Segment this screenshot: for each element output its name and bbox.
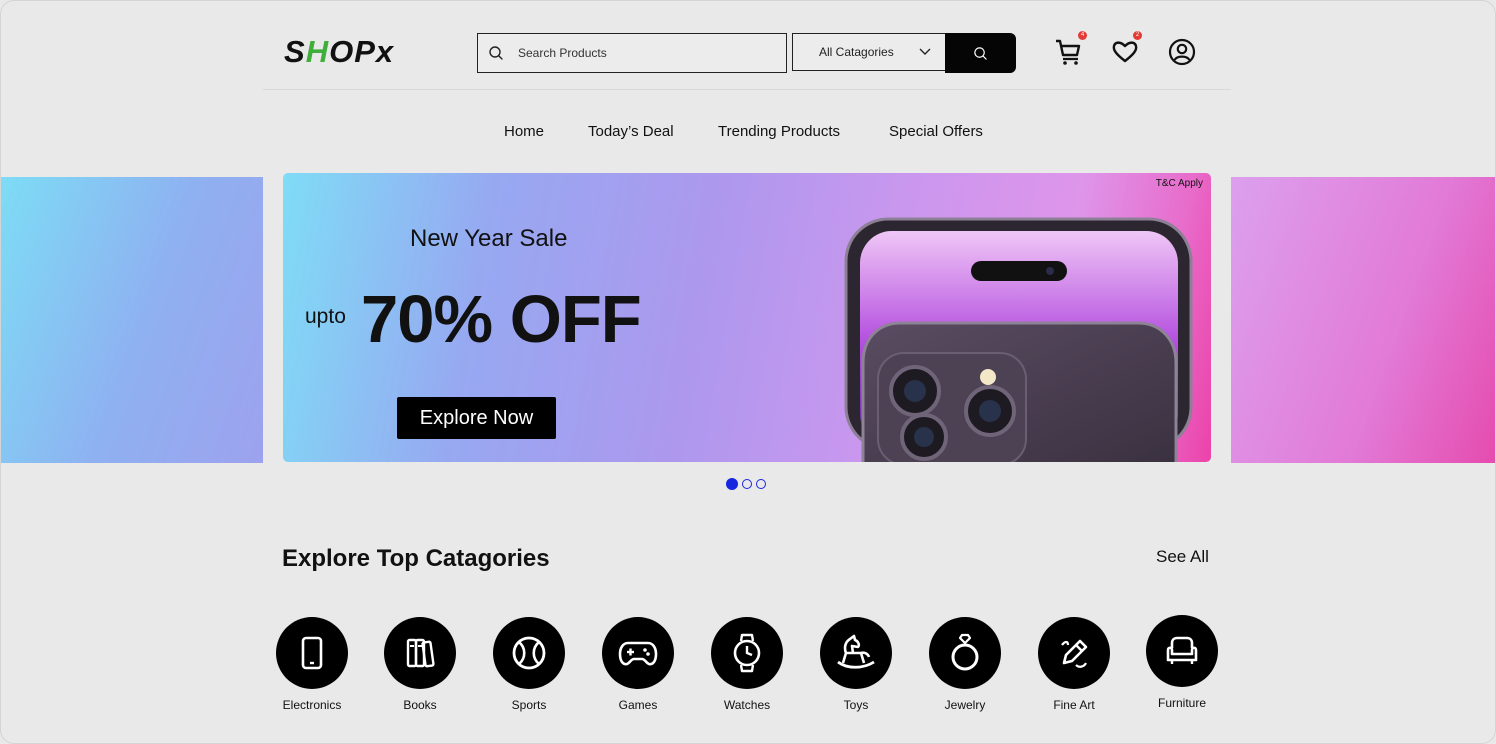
category-icon-circle xyxy=(711,617,783,689)
rocking-horse-icon xyxy=(837,634,875,669)
carousel-dot[interactable] xyxy=(726,478,738,490)
see-all-link[interactable]: See All xyxy=(1156,547,1209,567)
page-frame: SHOPx All Catagories 4 2 xyxy=(0,0,1496,744)
category-label: Games xyxy=(618,698,658,712)
ring-icon xyxy=(951,633,979,671)
category-label: Fine Art xyxy=(1053,698,1095,712)
category-watches[interactable]: Watches xyxy=(692,617,802,712)
logo[interactable]: SHOPx xyxy=(284,34,394,70)
category-books[interactable]: Books xyxy=(365,617,475,712)
carousel-dots xyxy=(726,478,766,490)
category-icon-circle xyxy=(493,617,565,689)
pen-tool-icon xyxy=(1061,639,1088,668)
category-jewelry[interactable]: Jewelry xyxy=(910,617,1020,712)
carousel-prev-slide[interactable] xyxy=(1,177,263,463)
nav-special-offers[interactable]: Special Offers xyxy=(889,123,983,140)
wishlist-badge: 2 xyxy=(1133,31,1142,40)
category-label: Electronics xyxy=(282,698,342,712)
category-label: Furniture xyxy=(1157,696,1207,710)
watch-icon xyxy=(733,633,761,673)
search-icon xyxy=(974,46,987,60)
category-icon-circle xyxy=(929,617,1001,689)
nav-trending-products[interactable]: Trending Products xyxy=(718,123,840,140)
smartphone-icon xyxy=(301,636,323,670)
carousel-dot[interactable] xyxy=(742,479,752,489)
category-dropdown-label: All Catagories xyxy=(819,45,894,59)
wishlist-button[interactable]: 2 xyxy=(1111,31,1142,67)
nav-home[interactable]: Home xyxy=(504,123,544,140)
books-icon xyxy=(406,638,435,668)
cart-badge: 4 xyxy=(1078,31,1087,40)
category-toys[interactable]: Toys xyxy=(801,617,911,712)
category-label: Watches xyxy=(723,698,771,712)
hero-subtitle: New Year Sale xyxy=(410,225,568,252)
sofa-icon xyxy=(1166,636,1198,664)
category-dropdown[interactable]: All Catagories xyxy=(792,33,945,71)
logo-letter: S xyxy=(284,34,306,69)
cart-button[interactable]: 4 xyxy=(1054,31,1087,67)
user-icon xyxy=(1168,38,1196,66)
search-input[interactable] xyxy=(516,45,770,61)
category-icon-circle xyxy=(1146,615,1218,687)
category-label: Sports xyxy=(511,698,547,712)
category-games[interactable]: Games xyxy=(583,617,693,712)
phone-image xyxy=(844,217,1193,462)
category-fine-art[interactable]: Fine Art xyxy=(1019,617,1129,712)
search-icon xyxy=(489,46,503,60)
category-icon-circle xyxy=(1038,617,1110,689)
tennis-ball-icon xyxy=(512,636,546,670)
search-bar xyxy=(477,33,787,73)
logo-letter: O xyxy=(329,34,355,69)
category-icon-circle xyxy=(384,617,456,689)
category-label: Jewelry xyxy=(944,698,986,712)
section-title: Explore Top Catagories xyxy=(282,545,550,572)
gamepad-icon xyxy=(618,641,658,666)
carousel-dot[interactable] xyxy=(756,479,766,489)
category-icon-circle xyxy=(820,617,892,689)
header-divider xyxy=(263,89,1231,90)
category-sports[interactable]: Sports xyxy=(474,617,584,712)
logo-letter: H xyxy=(305,34,330,69)
category-label: Toys xyxy=(843,698,869,712)
hero-upto: upto xyxy=(305,305,346,328)
category-icon-circle xyxy=(276,617,348,689)
nav-todays-deal[interactable]: Today’s Deal xyxy=(588,123,674,140)
tnc-note: T&C Apply xyxy=(1155,178,1203,189)
logo-letter: P xyxy=(354,34,376,69)
category-icon-circle xyxy=(602,617,674,689)
logo-letter: x xyxy=(375,34,395,69)
heart-icon xyxy=(1112,41,1138,63)
category-electronics[interactable]: Electronics xyxy=(257,617,367,712)
carousel-next-slide[interactable] xyxy=(1231,177,1495,463)
search-button[interactable] xyxy=(945,33,1016,73)
category-furniture[interactable]: Furniture xyxy=(1127,615,1237,710)
cart-icon xyxy=(1056,39,1081,65)
category-label: Books xyxy=(403,698,437,712)
chevron-down-icon xyxy=(919,48,931,55)
hero-banner[interactable]: T&C Apply New Year Sale upto 70% OFF Exp… xyxy=(283,173,1211,462)
profile-button[interactable] xyxy=(1168,37,1198,67)
explore-now-button[interactable]: Explore Now xyxy=(397,397,556,439)
hero-discount: 70% OFF xyxy=(361,282,642,357)
